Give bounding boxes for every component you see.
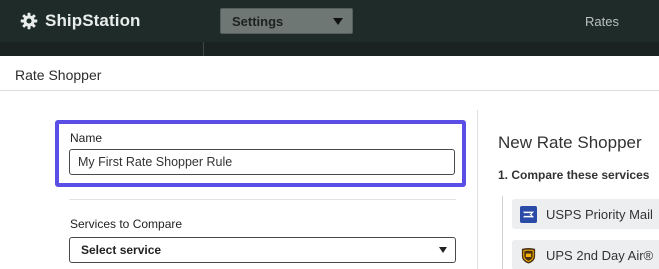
services-to-compare-label: Services to Compare [70, 217, 183, 231]
panel-divider [477, 110, 478, 269]
top-navigation-bar: ShipStation Settings Rates [0, 0, 659, 42]
service-name: USPS Priority Mail [546, 206, 653, 222]
service-card-usps-priority-mail[interactable]: USPS Priority Mail [512, 199, 659, 229]
caret-down-icon [333, 18, 343, 25]
select-service-label: Select service [81, 243, 162, 257]
rate-shopper-modal: Rate Shopper Name Services to Compare Se… [0, 56, 659, 269]
ups-icon [521, 247, 536, 264]
brand-logo[interactable]: ShipStation [20, 10, 141, 32]
services-list-line [502, 196, 503, 269]
name-input[interactable] [69, 149, 455, 175]
settings-dropdown-label: Settings [232, 13, 284, 29]
nav-rates-link[interactable]: Rates [585, 14, 619, 29]
form-divider [69, 199, 456, 200]
modal-title: Rate Shopper [15, 67, 102, 83]
service-name: UPS 2nd Day Air® [546, 247, 654, 263]
select-service-dropdown[interactable]: Select service [69, 237, 456, 263]
name-label: Name [70, 131, 103, 145]
service-card-ups-2nd-day-air[interactable]: UPS 2nd Day Air® [512, 240, 659, 269]
caret-down-icon [439, 247, 447, 253]
usps-icon [520, 205, 537, 223]
modal-header: Rate Shopper [0, 56, 659, 91]
panel-title: New Rate Shopper [498, 133, 642, 152]
settings-dropdown[interactable]: Settings [220, 8, 353, 34]
gear-logo-icon [20, 12, 38, 30]
background-overlay [0, 42, 659, 56]
name-field-group-highlighted: Name [55, 120, 466, 187]
compare-services-step: 1. Compare these services [498, 168, 650, 182]
brand-name: ShipStation [45, 11, 141, 30]
background-divider [203, 42, 204, 56]
